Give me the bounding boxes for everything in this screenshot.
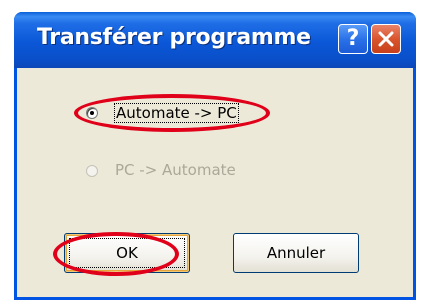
help-icon: ? xyxy=(346,26,360,51)
title-bar: Transférer programme ? xyxy=(14,12,416,68)
close-icon xyxy=(378,31,394,47)
radio-pc-automate xyxy=(86,165,98,177)
cancel-button-label: Annuler xyxy=(266,244,326,262)
annotation-ellipse-option xyxy=(74,94,270,132)
close-button[interactable] xyxy=(371,24,401,54)
option-pc-automate-label: PC -> Automate xyxy=(115,161,236,179)
annotation-ellipse-ok xyxy=(53,232,179,276)
window-title: Transférer programme xyxy=(37,25,311,50)
help-button[interactable]: ? xyxy=(338,24,368,54)
cancel-button[interactable]: Annuler xyxy=(233,233,359,273)
